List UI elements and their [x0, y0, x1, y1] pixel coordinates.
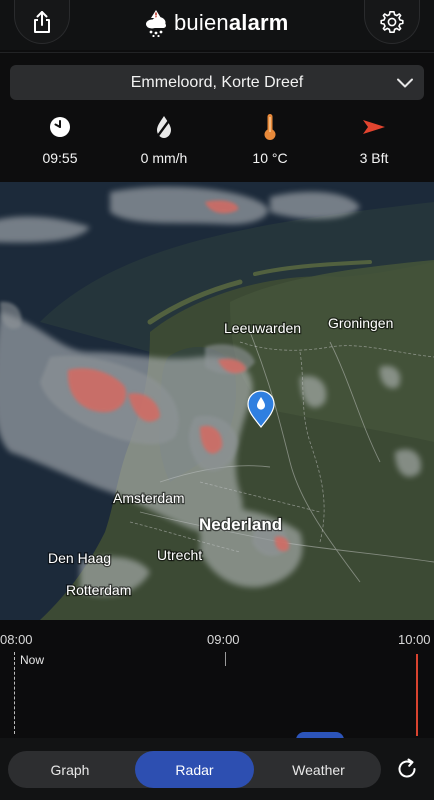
timeline-tick: [225, 652, 226, 666]
brand-name: buienalarm: [174, 10, 289, 36]
thermometer-icon: [264, 114, 276, 140]
city-label-leeuwarden: Leeuwarden: [224, 320, 301, 336]
header-divider: [0, 52, 434, 53]
timeline-label-mid: 09:00: [207, 632, 240, 647]
stat-precipitation-value: 0 mm/h: [140, 150, 188, 166]
brand-logo: buienalarm: [144, 8, 289, 38]
stat-time-value: 09:55: [42, 150, 78, 166]
city-label-groningen: Groningen: [328, 315, 393, 331]
tab-graph[interactable]: Graph: [8, 751, 132, 788]
share-button[interactable]: [14, 0, 70, 44]
rain-cloud-alarm-icon: [146, 10, 166, 37]
stat-wind-value: 3 Bft: [359, 150, 389, 166]
playhead-indicator[interactable]: [416, 654, 418, 736]
city-label-den-haag: Den Haag: [48, 550, 111, 566]
radar-timeline[interactable]: 08:00 09:00 10:00 Now: [0, 620, 434, 740]
raindrop-slashed-icon: [156, 116, 172, 138]
timeline-label-end: 10:00: [398, 632, 431, 647]
now-marker-line: [14, 652, 15, 734]
stat-temperature: 10 °C: [216, 112, 324, 166]
settings-button[interactable]: [364, 0, 420, 44]
tab-radar[interactable]: Radar: [135, 751, 254, 788]
brand-name-bold: alarm: [228, 10, 289, 35]
view-tabs: Graph Radar Weather: [8, 751, 381, 788]
radar-map[interactable]: Leeuwarden Groningen Amsterdam Utrecht D…: [0, 182, 434, 620]
tab-weather[interactable]: Weather: [256, 751, 381, 788]
bottom-bar: Graph Radar Weather: [0, 738, 434, 800]
city-label-rotterdam: Rotterdam: [66, 582, 131, 598]
city-label-utrecht: Utrecht: [157, 547, 202, 563]
chevron-down-icon: [397, 78, 413, 88]
stat-temperature-value: 10 °C: [252, 150, 288, 166]
city-label-amsterdam: Amsterdam: [113, 490, 185, 506]
current-conditions: 09:55 0 mm/h 10 °C 3 Bft: [0, 112, 434, 180]
location-select[interactable]: Emmeloord, Korte Dreef: [10, 65, 424, 100]
country-label: Nederland: [199, 515, 282, 534]
share-icon: [34, 10, 50, 33]
stat-time: 09:55: [6, 112, 114, 166]
timeline-label-start: 08:00: [0, 632, 33, 647]
location-value: Emmeloord, Korte Dreef: [130, 73, 304, 91]
radar-map-canvas[interactable]: Leeuwarden Groningen Amsterdam Utrecht D…: [0, 182, 434, 620]
refresh-button[interactable]: [392, 754, 422, 784]
clock-icon: [50, 117, 70, 137]
now-label: Now: [20, 653, 45, 667]
stat-precipitation: 0 mm/h: [110, 112, 218, 166]
brand-name-regular: buien: [174, 10, 229, 35]
gear-icon: [380, 10, 404, 33]
refresh-icon: [398, 758, 416, 778]
app-header: buienalarm: [0, 0, 434, 50]
stat-wind: 3 Bft: [320, 112, 428, 166]
wind-direction-icon: [363, 120, 385, 134]
